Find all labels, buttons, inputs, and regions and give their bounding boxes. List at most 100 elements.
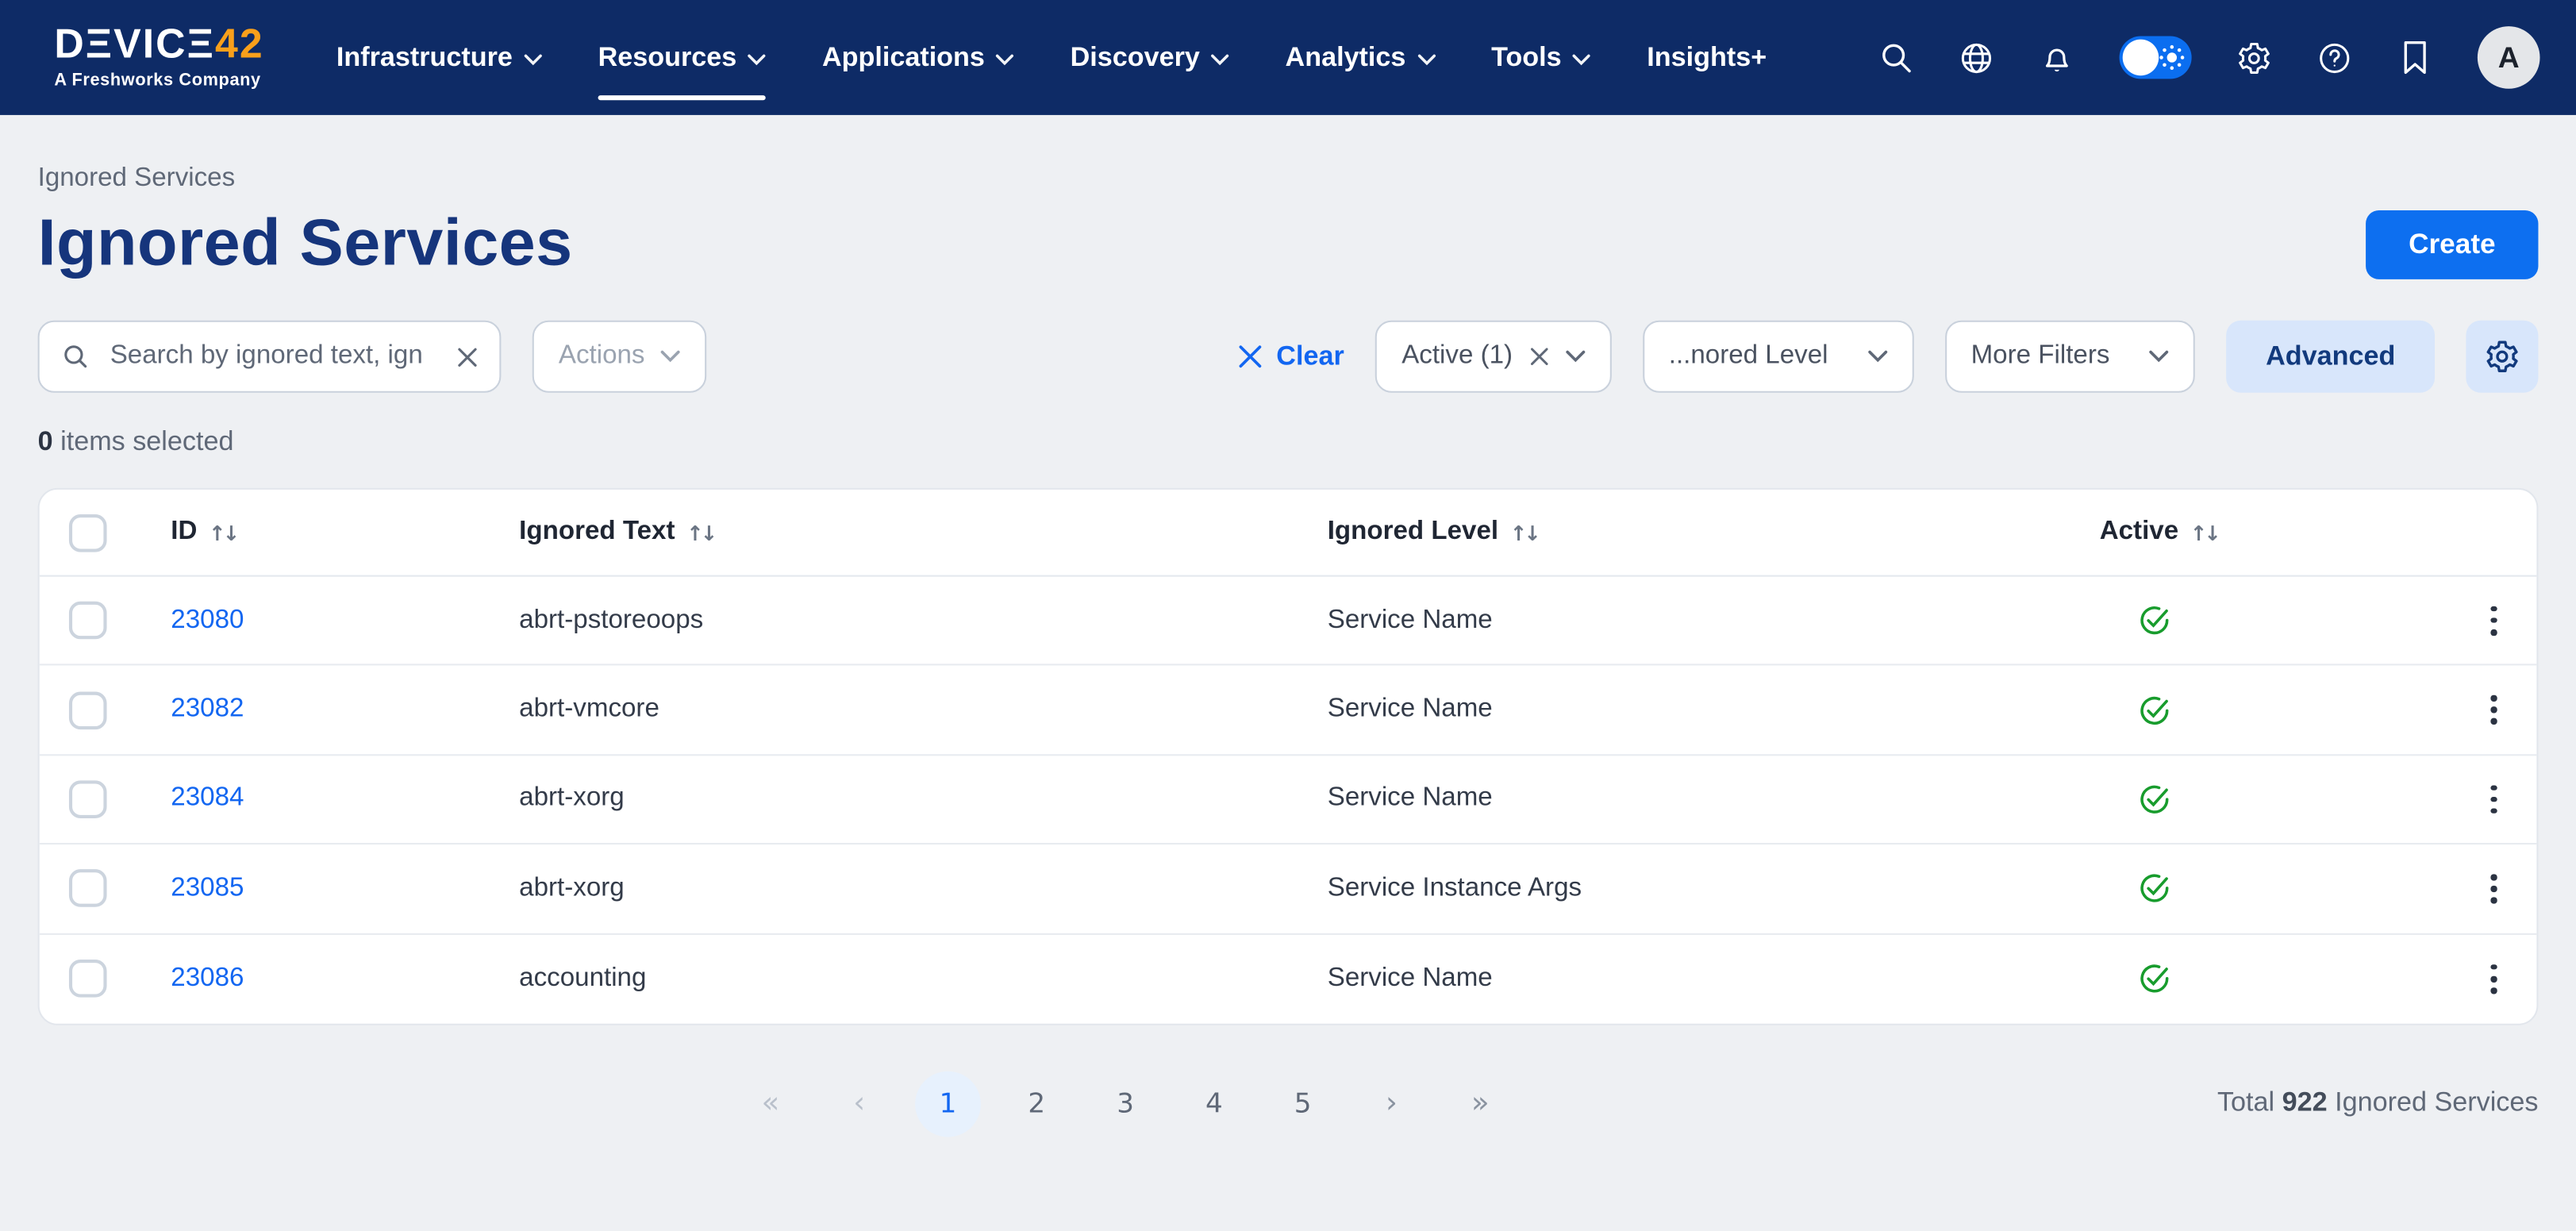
- table-footer: « ‹ 1 2 3 4 5 › » Total 922 Ignored Serv…: [38, 1068, 2539, 1141]
- row-actions-kebab[interactable]: [2482, 954, 2507, 1003]
- row-ignored-level: Service Instance Args: [1328, 874, 2100, 903]
- selection-count: 0 items selected: [38, 427, 2539, 458]
- search-icon: [61, 342, 90, 371]
- breadcrumb[interactable]: Ignored Services: [38, 164, 2539, 194]
- clear-search-icon[interactable]: [457, 346, 479, 367]
- page-button-1[interactable]: 1: [915, 1071, 981, 1137]
- last-page-button[interactable]: »: [1448, 1071, 1513, 1137]
- page-button-5[interactable]: 5: [1270, 1071, 1336, 1137]
- row-ignored-text: abrt-xorg: [519, 784, 1328, 814]
- main-menu: Infrastructure Resources Applications Di…: [336, 32, 1767, 83]
- actions-dropdown[interactable]: Actions: [533, 321, 707, 393]
- ignored-services-table: ID↑↓ Ignored Text↑↓ Ignored Level↑↓ Acti…: [38, 488, 2539, 1025]
- filter-chip-ignored-level[interactable]: ...nored Level: [1643, 321, 1913, 393]
- remove-filter-icon[interactable]: [1529, 347, 1549, 367]
- next-page-button[interactable]: ›: [1359, 1071, 1424, 1137]
- col-header-id[interactable]: ID↑↓: [171, 517, 519, 547]
- row-ignored-text: abrt-vmcore: [519, 695, 1328, 725]
- active-check-icon: [2100, 782, 2425, 816]
- chevron-down-icon: [661, 350, 681, 364]
- chevron-down-icon: [1565, 350, 1585, 364]
- help-icon[interactable]: [2316, 40, 2353, 76]
- chevron-down-icon: [524, 53, 542, 64]
- chevron-down-icon: [2149, 350, 2169, 364]
- pagination: « ‹ 1 2 3 4 5 › »: [738, 1071, 1513, 1137]
- row-ignored-level: Service Name: [1328, 964, 2100, 994]
- menu-resources[interactable]: Resources: [598, 32, 767, 83]
- theme-toggle[interactable]: [2120, 37, 2192, 79]
- nav-utility-icons: A: [1878, 26, 2539, 89]
- row-checkbox[interactable]: [69, 691, 107, 729]
- first-page-button[interactable]: «: [738, 1071, 804, 1137]
- row-checkbox[interactable]: [69, 870, 107, 908]
- search-icon[interactable]: [1878, 40, 1914, 76]
- row-ignored-text: accounting: [519, 964, 1328, 994]
- col-header-active[interactable]: Active↑↓: [2100, 517, 2425, 547]
- menu-tools[interactable]: Tools: [1491, 32, 1591, 83]
- prev-page-button[interactable]: ‹: [826, 1071, 892, 1137]
- active-check-icon: [2100, 962, 2425, 996]
- clear-filters-button[interactable]: Clear: [1239, 341, 1344, 372]
- row-checkbox[interactable]: [69, 960, 107, 998]
- clear-x-icon: [1239, 345, 1262, 368]
- row-id-link[interactable]: 23084: [171, 784, 519, 814]
- col-header-ignored-level[interactable]: Ignored Level↑↓: [1328, 517, 2100, 547]
- advanced-button[interactable]: Advanced: [2226, 321, 2435, 393]
- menu-insights-plus[interactable]: Insights+: [1647, 32, 1767, 83]
- notifications-bell-icon[interactable]: [2039, 40, 2075, 76]
- col-header-ignored-text[interactable]: Ignored Text↑↓: [519, 517, 1328, 547]
- row-actions-kebab[interactable]: [2482, 686, 2507, 735]
- active-check-icon: [2100, 871, 2425, 906]
- settings-gear-icon[interactable]: [2236, 40, 2273, 76]
- menu-infrastructure[interactable]: Infrastructure: [336, 32, 542, 83]
- table-row: 23084 abrt-xorg Service Name: [40, 756, 2537, 845]
- row-ignored-text: abrt-pstoreoops: [519, 606, 1328, 635]
- row-id-link[interactable]: 23080: [171, 606, 519, 635]
- table-settings-button[interactable]: [2466, 321, 2538, 393]
- create-button[interactable]: Create: [2366, 210, 2538, 279]
- bookmark-icon[interactable]: [2397, 40, 2433, 76]
- chevron-down-icon: [1867, 350, 1887, 364]
- chevron-down-icon: [996, 53, 1014, 64]
- filter-chip-active[interactable]: Active (1): [1375, 321, 1611, 393]
- select-all-checkbox[interactable]: [69, 514, 107, 552]
- gear-icon: [2484, 338, 2520, 375]
- row-id-link[interactable]: 23082: [171, 695, 519, 725]
- row-actions-kebab[interactable]: [2482, 864, 2507, 914]
- device42-logo[interactable]: DΞVICΞ42 A Freshworks Company: [54, 25, 263, 90]
- row-checkbox[interactable]: [69, 780, 107, 818]
- table-row: 23086 accounting Service Name: [40, 934, 2537, 1024]
- active-check-icon: [2100, 693, 2425, 727]
- user-avatar[interactable]: A: [2478, 26, 2540, 89]
- page-header-row: Ignored Services Create: [38, 207, 2539, 281]
- sort-icon: ↑↓: [209, 520, 236, 544]
- sort-icon: ↑↓: [1510, 520, 1538, 544]
- page-button-2[interactable]: 2: [1004, 1071, 1070, 1137]
- toggle-knob: [2123, 40, 2159, 76]
- search-input[interactable]: [107, 340, 440, 373]
- sun-icon: [2159, 44, 2185, 79]
- row-id-link[interactable]: 23086: [171, 964, 519, 994]
- row-id-link[interactable]: 23085: [171, 874, 519, 903]
- logo-tagline: A Freshworks Company: [54, 73, 263, 90]
- globe-icon[interactable]: [1959, 40, 1995, 76]
- page-button-4[interactable]: 4: [1181, 1071, 1247, 1137]
- total-count: Total 922 Ignored Services: [2217, 1088, 2538, 1119]
- row-checkbox[interactable]: [69, 602, 107, 640]
- ignored-services-page: DΞVICΞ42 A Freshworks Company Infrastruc…: [0, 0, 2576, 1231]
- row-actions-kebab[interactable]: [2482, 775, 2507, 824]
- row-ignored-level: Service Name: [1328, 695, 2100, 725]
- sort-icon: ↑↓: [2190, 520, 2218, 544]
- chevron-down-icon: [1573, 53, 1591, 64]
- table-row: 23085 abrt-xorg Service Instance Args: [40, 844, 2537, 934]
- row-actions-kebab[interactable]: [2482, 596, 2507, 645]
- menu-analytics[interactable]: Analytics: [1286, 32, 1436, 83]
- row-ignored-text: abrt-xorg: [519, 874, 1328, 903]
- sort-icon: ↑↓: [686, 520, 714, 544]
- menu-discovery[interactable]: Discovery: [1071, 32, 1230, 83]
- row-ignored-level: Service Name: [1328, 606, 2100, 635]
- menu-applications[interactable]: Applications: [822, 32, 1014, 83]
- page-button-3[interactable]: 3: [1093, 1071, 1159, 1137]
- filter-chip-more-filters[interactable]: More Filters: [1944, 321, 2195, 393]
- logo-wordmark: DΞVICΞ42: [54, 25, 263, 67]
